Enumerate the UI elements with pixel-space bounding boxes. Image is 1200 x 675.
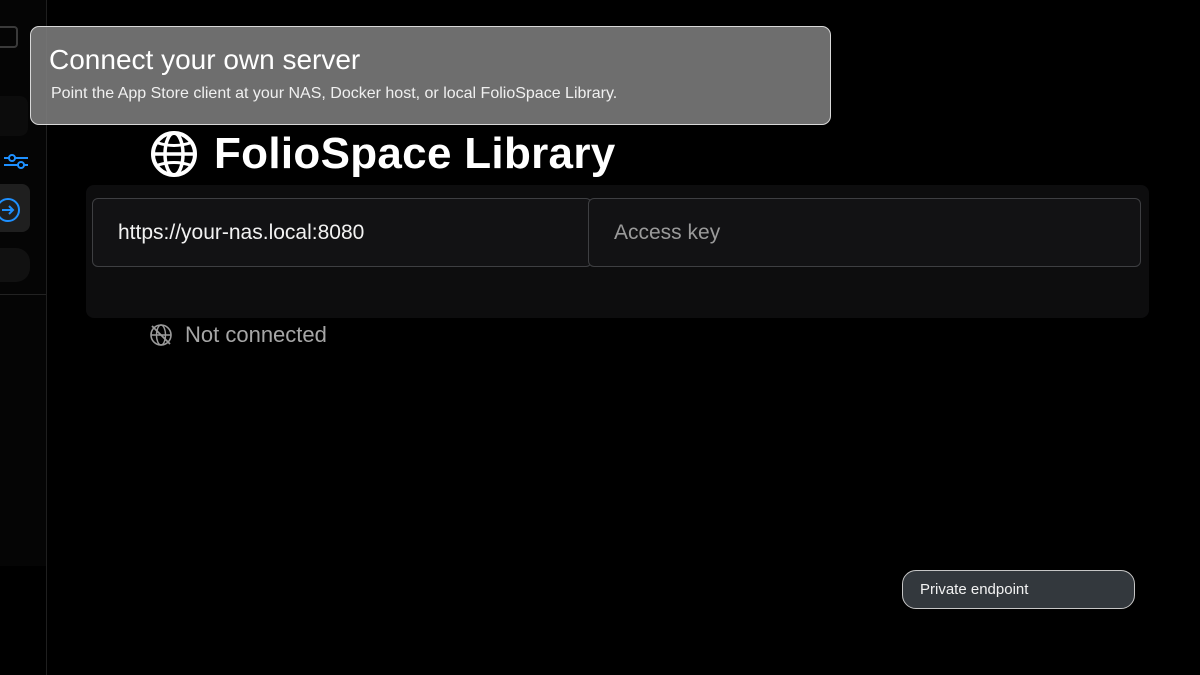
private-endpoint-badge: Private endpoint	[902, 570, 1135, 609]
sidebar-item[interactable]	[0, 248, 30, 282]
access-key-input[interactable]	[614, 220, 1140, 245]
sidebar-divider	[0, 294, 46, 295]
sliders-icon[interactable]	[4, 150, 30, 172]
globe-icon	[151, 131, 197, 177]
connect-server-tooltip: Connect your own server Point the App St…	[30, 26, 831, 125]
sidebar-item[interactable]	[0, 96, 28, 136]
sidebar-item-connect[interactable]	[0, 184, 30, 232]
server-url-field[interactable]	[92, 198, 592, 267]
tooltip-description: Point the App Store client at your NAS, …	[51, 85, 618, 102]
connection-status: Not connected	[149, 322, 327, 348]
library-title: FolioSpace Library	[214, 129, 616, 178]
private-endpoint-label: Private endpoint	[920, 581, 1029, 598]
arrow-circle-right-icon	[0, 198, 20, 222]
server-url-input[interactable]	[118, 220, 591, 245]
tooltip-title: Connect your own server	[49, 44, 361, 75]
status-text: Not connected	[185, 322, 327, 347]
access-key-field[interactable]	[588, 198, 1141, 267]
app-window: FolioSpace Library Not connected Connect…	[0, 0, 1200, 675]
library-header: FolioSpace Library	[150, 128, 616, 180]
sidebar-toggle-button[interactable]	[0, 26, 18, 48]
globe-offline-icon	[150, 324, 172, 346]
